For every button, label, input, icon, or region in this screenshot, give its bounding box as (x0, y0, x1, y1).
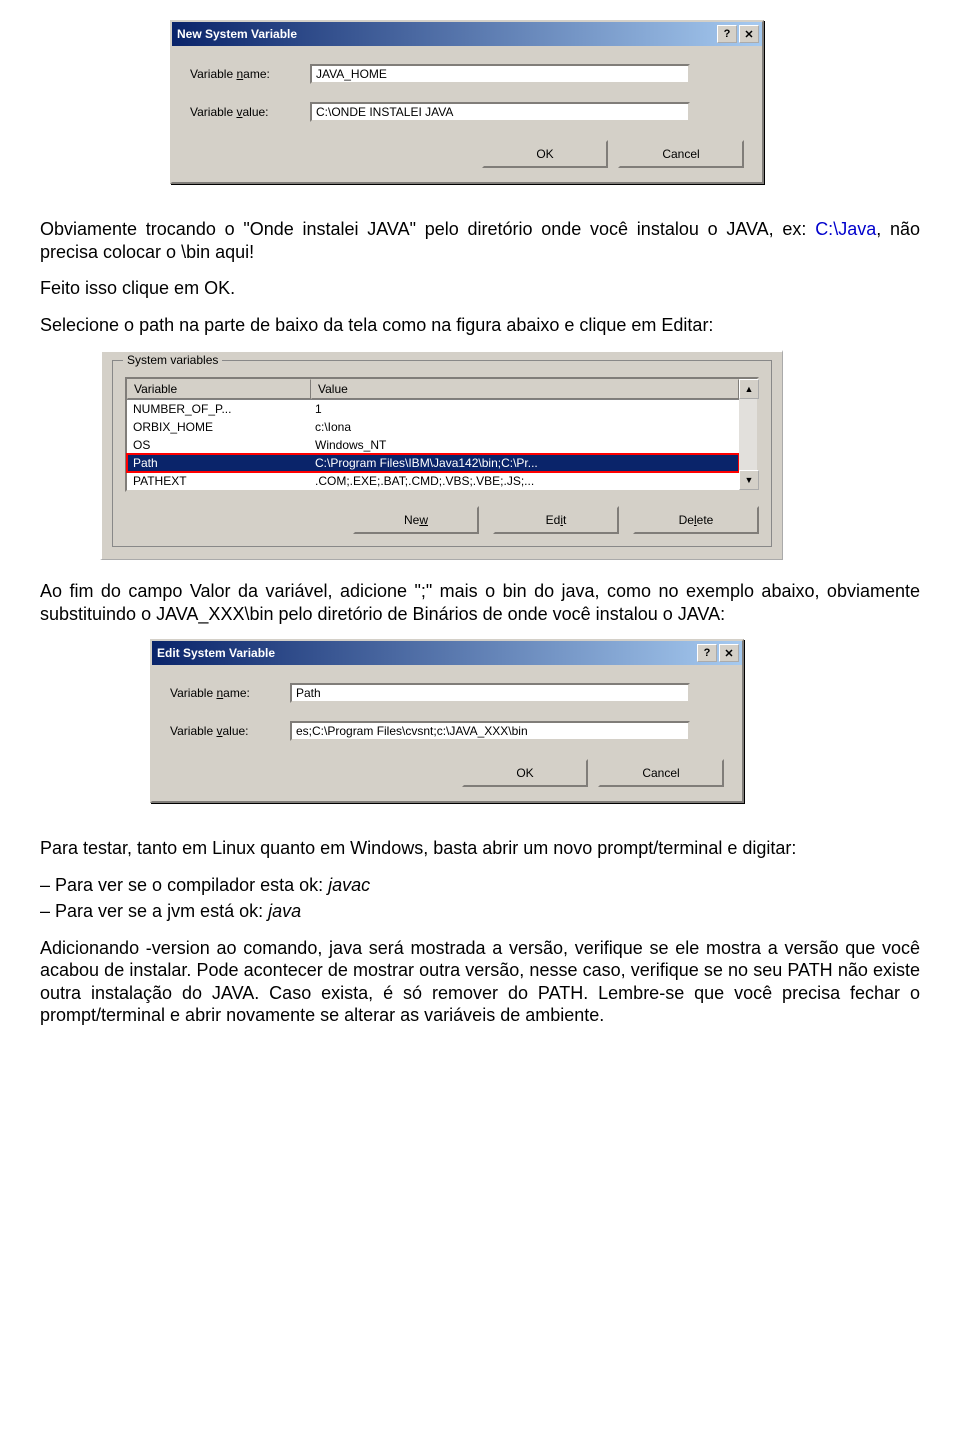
col-value[interactable]: Value (311, 379, 739, 399)
scroll-down-icon[interactable]: ▼ (739, 470, 759, 490)
list-item[interactable]: PATHEXT .COM;.EXE;.BAT;.CMD;.VBS;.VBE;.J… (127, 472, 739, 490)
titlebar: New System Variable ? ✕ (172, 22, 762, 46)
text: – Para ver se o compilador esta ok: (40, 875, 328, 895)
listbox-header: Variable Value (127, 379, 739, 400)
scrollbar[interactable]: ▲ ▼ (739, 379, 757, 490)
label-part: alue: (222, 724, 248, 738)
paragraph: Para testar, tanto em Linux quanto em Wi… (40, 837, 920, 860)
paragraph: Ao fim do campo Valor da variável, adici… (40, 580, 920, 625)
dialog-body: Variable name: Variable value: OK Cancel (172, 46, 762, 182)
btn-text: De (679, 513, 694, 527)
cancel-button[interactable]: Cancel (618, 140, 744, 168)
variable-value-input[interactable] (310, 102, 690, 122)
dialog-body: Variable name: Variable value: OK Cancel (152, 665, 742, 801)
ok-button[interactable]: OK (482, 140, 608, 168)
label-part: Variable (170, 724, 216, 738)
path-example: C:\Java (815, 219, 876, 239)
list-item[interactable]: NUMBER_OF_P... 1 (127, 400, 739, 418)
list-item-selected[interactable]: Path C:\Program Files\IBM\Java142\bin;C:… (127, 454, 739, 472)
var-value: 1 (309, 402, 739, 416)
label-part: alue: (242, 105, 268, 119)
paragraph: Selecione o path na parte de baixo da te… (40, 314, 920, 337)
help-icon[interactable]: ? (717, 25, 737, 43)
btn-text: Ne (404, 513, 419, 527)
btn-text: Ed (546, 513, 561, 527)
var-name: ORBIX_HOME (127, 420, 309, 434)
bullet-item: – Para ver se a jvm está ok: java (40, 900, 920, 923)
list-item[interactable]: ORBIX_HOME c:\Iona (127, 418, 739, 436)
variable-value-label: Variable value: (190, 105, 310, 119)
variable-name-input[interactable] (310, 64, 690, 84)
variable-value-input[interactable] (290, 721, 690, 741)
command: java (268, 901, 301, 921)
text: Obviamente trocando o "Onde instalei JAV… (40, 219, 815, 239)
scroll-track[interactable] (739, 399, 757, 470)
dialog-title: Edit System Variable (155, 646, 695, 660)
cancel-button[interactable]: Cancel (598, 759, 724, 787)
system-variables-buttons: New Edit Delete (125, 506, 759, 534)
help-icon[interactable]: ? (697, 644, 717, 662)
btn-text: ete (697, 513, 714, 527)
var-name: PATHEXT (127, 474, 309, 488)
paragraph: Feito isso clique em OK. (40, 277, 920, 300)
titlebar: Edit System Variable ? ✕ (152, 641, 742, 665)
var-name: NUMBER_OF_P... (127, 402, 309, 416)
var-value: c:\Iona (309, 420, 739, 434)
label-part: ame: (243, 67, 270, 81)
text: – Para ver se a jvm está ok: (40, 901, 268, 921)
var-name: OS (127, 438, 309, 452)
btn-text: t (563, 513, 566, 527)
bullet-item: – Para ver se o compilador esta ok: java… (40, 874, 920, 897)
command: javac (328, 875, 370, 895)
variable-value-label: Variable value: (170, 724, 290, 738)
var-value: Windows_NT (309, 438, 739, 452)
label-part: Variable (170, 686, 216, 700)
label-part: ame: (223, 686, 250, 700)
paragraph: Obviamente trocando o "Onde instalei JAV… (40, 218, 920, 263)
btn-underline: w (419, 513, 428, 527)
var-value: C:\Program Files\IBM\Java142\bin;C:\Pr..… (309, 456, 739, 470)
ok-button[interactable]: OK (462, 759, 588, 787)
variable-name-input[interactable] (290, 683, 690, 703)
dialog-button-row: OK Cancel (170, 759, 724, 787)
paragraph: Adicionando -version ao comando, java se… (40, 937, 920, 1027)
edit-system-variable-dialog: Edit System Variable ? ✕ Variable name: … (150, 639, 744, 803)
delete-button[interactable]: Delete (633, 506, 759, 534)
groupbox-legend: System variables (123, 353, 222, 367)
dialog-title: New System Variable (175, 27, 715, 41)
variables-listbox[interactable]: Variable Value NUMBER_OF_P... 1 ORBIX_HO… (125, 377, 759, 492)
close-icon[interactable]: ✕ (719, 644, 739, 662)
close-icon[interactable]: ✕ (739, 25, 759, 43)
variable-value-row: Variable value: (190, 102, 744, 122)
list-item[interactable]: OS Windows_NT (127, 436, 739, 454)
system-variables-groupbox: System variables Variable Value NUMBER_O… (112, 360, 772, 547)
variable-name-label: Variable name: (190, 67, 310, 81)
col-variable[interactable]: Variable (127, 379, 311, 399)
variable-name-row: Variable name: (190, 64, 744, 84)
label-part: Variable (190, 67, 236, 81)
var-name: Path (127, 456, 309, 470)
var-value: .COM;.EXE;.BAT;.CMD;.VBS;.VBE;.JS;... (309, 474, 739, 488)
label-part: Variable (190, 105, 236, 119)
variable-value-row: Variable value: (170, 721, 724, 741)
system-variables-panel: System variables Variable Value NUMBER_O… (100, 350, 783, 560)
edit-button[interactable]: Edit (493, 506, 619, 534)
variable-name-row: Variable name: (170, 683, 724, 703)
dialog-button-row: OK Cancel (190, 140, 744, 168)
listbox-content: Variable Value NUMBER_OF_P... 1 ORBIX_HO… (127, 379, 739, 490)
variable-name-label: Variable name: (170, 686, 290, 700)
scroll-up-icon[interactable]: ▲ (739, 379, 759, 399)
new-system-variable-dialog: New System Variable ? ✕ Variable name: V… (170, 20, 764, 184)
new-button[interactable]: New (353, 506, 479, 534)
